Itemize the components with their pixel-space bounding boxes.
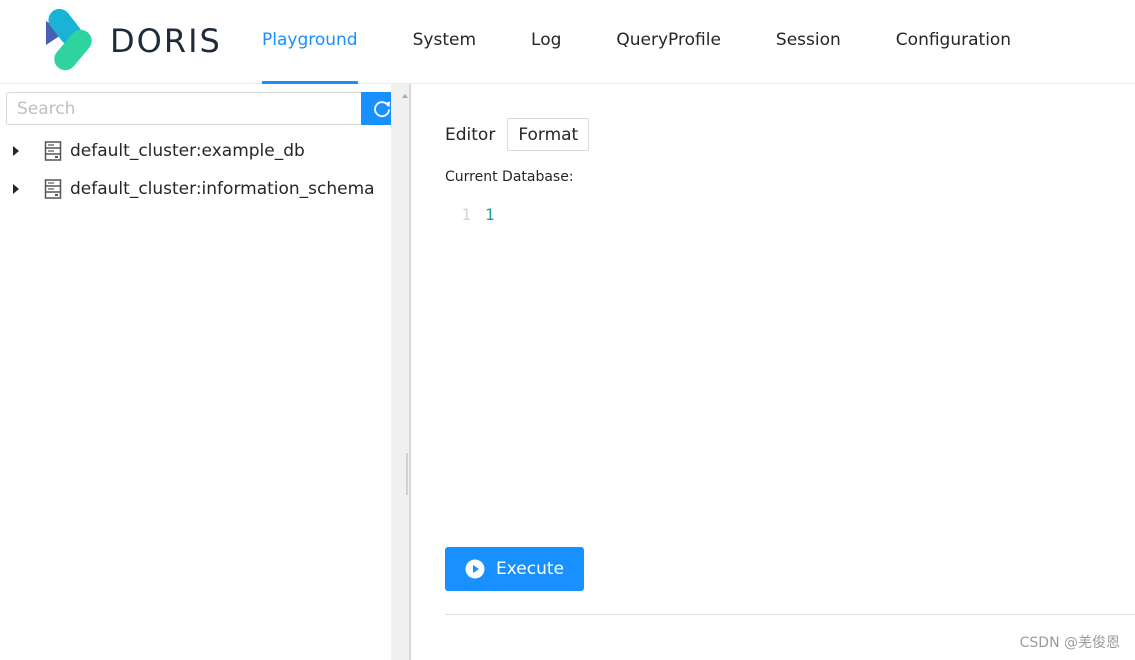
- execute-label: Execute: [496, 559, 564, 579]
- current-database-label: Current Database:: [445, 169, 574, 185]
- play-circle-icon: [465, 559, 485, 579]
- doris-logo[interactable]: DORIS: [44, 8, 234, 74]
- top-header: DORIS Playground System Log QueryProfile…: [0, 0, 1135, 84]
- editor-toolbar: Editor Format: [445, 118, 590, 151]
- doris-logo-icon: [46, 9, 92, 71]
- tree-node-label: default_cluster:example_db: [70, 141, 305, 161]
- nav-tab-configuration[interactable]: Configuration: [874, 0, 1033, 84]
- expand-caret-icon[interactable]: [10, 184, 22, 194]
- database-icon: [44, 179, 62, 199]
- watermark-text: CSDN @羌俊恩: [1019, 635, 1120, 651]
- main-nav: Playground System Log QueryProfile Sessi…: [240, 0, 1044, 84]
- search-group: [6, 92, 402, 125]
- scroll-up-arrow-icon[interactable]: [402, 94, 408, 98]
- database-tree: default_cluster:example_db default_clust…: [0, 132, 391, 208]
- resize-splitter-handle[interactable]: [406, 453, 408, 495]
- tree-node-example-db[interactable]: default_cluster:example_db: [0, 132, 391, 170]
- sql-code-editor[interactable]: 1 1: [445, 202, 1135, 522]
- nav-tab-playground[interactable]: Playground: [240, 0, 380, 84]
- search-input[interactable]: [6, 92, 361, 125]
- brand-name: DORIS: [110, 22, 222, 60]
- database-sidebar: default_cluster:example_db default_clust…: [0, 84, 402, 660]
- code-line: 1 1: [445, 202, 1135, 226]
- nav-tab-session[interactable]: Session: [754, 0, 863, 84]
- tree-node-information-schema[interactable]: default_cluster:information_schema: [0, 170, 391, 208]
- database-icon: [44, 141, 62, 161]
- nav-tab-log[interactable]: Log: [509, 0, 583, 84]
- reload-icon: [373, 100, 390, 117]
- current-database-caption: Current Database:: [445, 169, 574, 185]
- nav-tab-queryprofile[interactable]: QueryProfile: [594, 0, 743, 84]
- line-content[interactable]: 1: [485, 205, 495, 224]
- editor-label: Editor: [445, 124, 496, 145]
- nav-tab-system[interactable]: System: [391, 0, 498, 84]
- results-divider: [445, 614, 1135, 615]
- format-button[interactable]: Format: [507, 118, 590, 151]
- playground-panel: Editor Format Current Database: 1 1 Exec…: [412, 84, 1135, 660]
- execute-button[interactable]: Execute: [445, 547, 584, 591]
- sidebar-scrollbar[interactable]: [391, 84, 411, 660]
- expand-caret-icon[interactable]: [10, 146, 22, 156]
- tree-node-label: default_cluster:information_schema: [70, 179, 375, 199]
- line-number: 1: [461, 204, 471, 224]
